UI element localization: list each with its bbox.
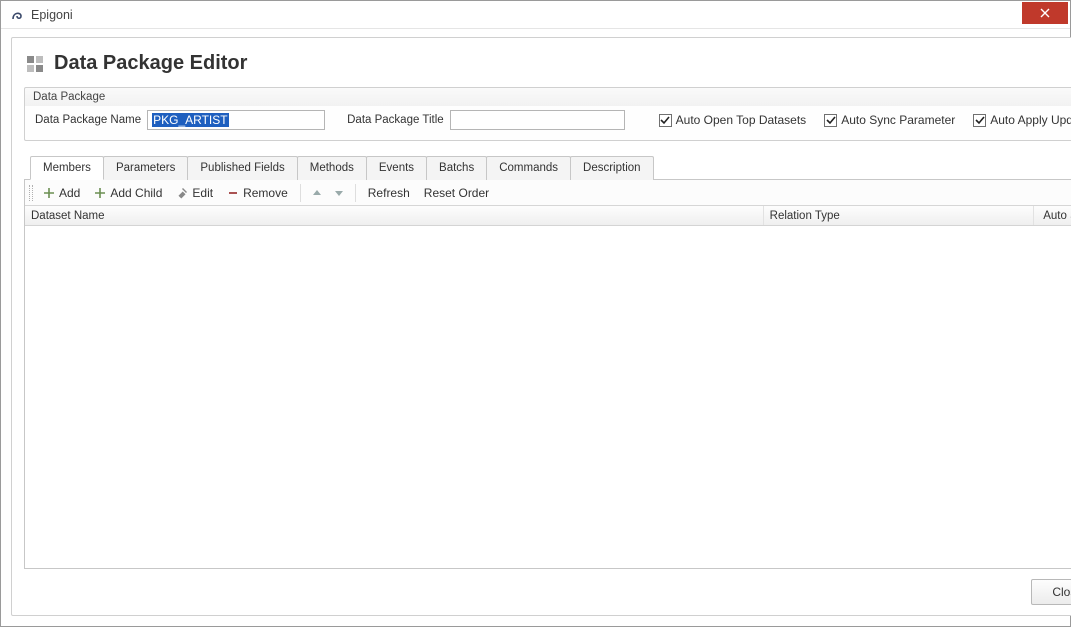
footer: Close <box>24 569 1071 605</box>
fieldset-legend: Data Package <box>33 91 105 103</box>
data-package-title-input[interactable] <box>450 110 625 130</box>
titlebar: Epigoni <box>1 1 1070 29</box>
auto-apply-checkbox-wrap[interactable]: Auto Apply Updates <box>973 113 1071 127</box>
name-label: Data Package Name <box>35 114 141 126</box>
title-label: Data Package Title <box>347 114 444 126</box>
name-input-value: PKG_ARTIST <box>152 113 228 127</box>
grid-body[interactable] <box>25 226 1071 568</box>
tab-events[interactable]: Events <box>366 156 427 180</box>
grid-header: Dataset Name Relation Type Auto Sync <box>25 206 1071 226</box>
auto-apply-label: Auto Apply Updates <box>990 113 1071 127</box>
page-title: Data Package Editor <box>54 52 247 75</box>
toolbar: Add Add Child Edit <box>25 180 1071 206</box>
chevron-down-icon <box>333 187 345 199</box>
auto-open-label: Auto Open Top Datasets <box>676 113 807 127</box>
tab-members[interactable]: Members <box>30 156 104 180</box>
chevron-up-icon <box>311 187 323 199</box>
auto-apply-checkbox[interactable] <box>973 114 986 127</box>
move-up-button[interactable] <box>307 182 327 204</box>
auto-sync-label: Auto Sync Parameter <box>841 113 955 127</box>
panel-header: Data Package Editor <box>24 48 1071 87</box>
tab-body: Add Add Child Edit <box>24 179 1071 569</box>
tab-description[interactable]: Description <box>570 156 654 180</box>
tab-commands[interactable]: Commands <box>486 156 571 180</box>
plus-child-icon <box>94 187 106 199</box>
window-title: Epigoni <box>31 8 1022 22</box>
auto-sync-checkbox-wrap[interactable]: Auto Sync Parameter <box>824 113 955 127</box>
close-button[interactable]: Close <box>1031 579 1071 605</box>
minus-icon <box>227 187 239 199</box>
window-close-button[interactable] <box>1022 2 1068 24</box>
tab-batchs[interactable]: Batchs <box>426 156 487 180</box>
tabs-container: Members Parameters Published Fields Meth… <box>24 155 1071 569</box>
move-down-button[interactable] <box>329 182 349 204</box>
plus-icon <box>43 187 55 199</box>
edit-button[interactable]: Edit <box>170 182 219 204</box>
refresh-button[interactable]: Refresh <box>362 182 416 204</box>
column-auto-sync[interactable]: Auto Sync <box>1034 206 1071 225</box>
data-package-name-input[interactable]: PKG_ARTIST <box>147 110 325 130</box>
tab-bar: Members Parameters Published Fields Meth… <box>24 155 1071 179</box>
reset-order-button[interactable]: Reset Order <box>418 182 495 204</box>
add-button[interactable]: Add <box>37 182 86 204</box>
column-relation-type[interactable]: Relation Type <box>764 206 1034 225</box>
tab-published-fields[interactable]: Published Fields <box>187 156 297 180</box>
column-dataset-name[interactable]: Dataset Name <box>25 206 764 225</box>
window: Epigoni Data Package Editor Data Package <box>0 0 1071 627</box>
content-area: Data Package Editor Data Package Data Pa… <box>1 29 1070 626</box>
tab-parameters[interactable]: Parameters <box>103 156 188 180</box>
edit-icon <box>176 187 188 199</box>
data-package-fieldset: Data Package Data Package Name PKG_ARTIS… <box>24 87 1071 141</box>
app-icon <box>9 7 25 23</box>
toolbar-separator <box>300 184 301 202</box>
toolbar-separator <box>355 184 356 202</box>
grid-icon <box>26 55 44 73</box>
auto-sync-checkbox[interactable] <box>824 114 837 127</box>
toolbar-grip-icon <box>29 185 33 201</box>
tab-methods[interactable]: Methods <box>297 156 367 180</box>
auto-open-checkbox-wrap[interactable]: Auto Open Top Datasets <box>659 113 807 127</box>
remove-button[interactable]: Remove <box>221 182 294 204</box>
auto-open-checkbox[interactable] <box>659 114 672 127</box>
add-child-button[interactable]: Add Child <box>88 182 168 204</box>
form-row: Data Package Name PKG_ARTIST Data Packag… <box>35 110 1071 130</box>
main-panel: Data Package Editor Data Package Data Pa… <box>11 37 1071 616</box>
